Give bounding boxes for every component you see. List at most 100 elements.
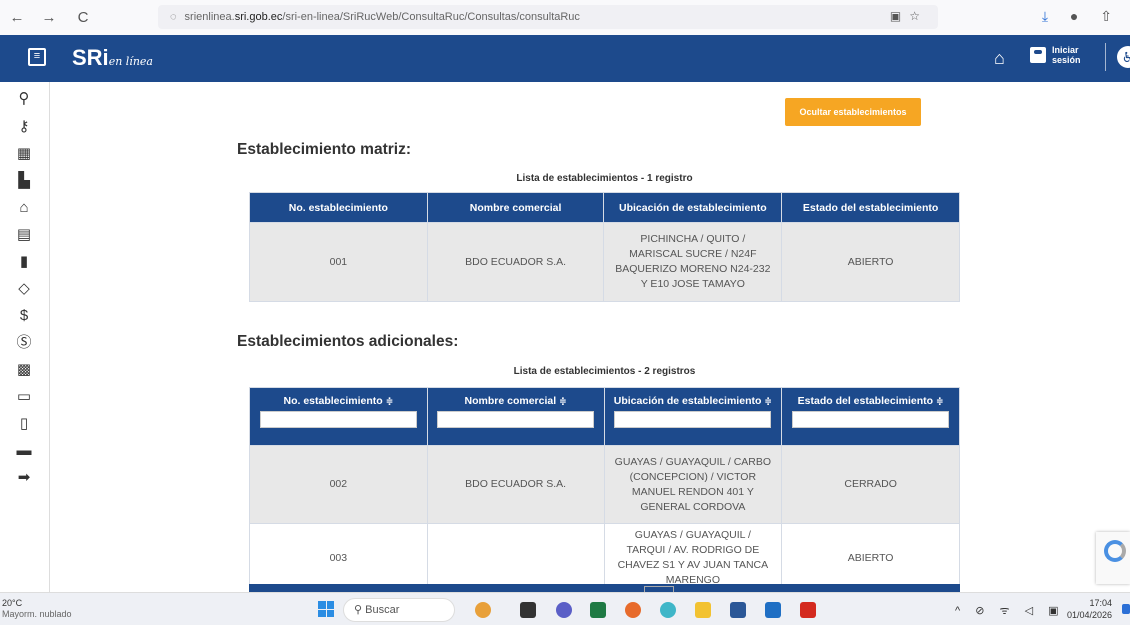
taskbar-search[interactable]: ⚲ Buscar: [343, 598, 455, 622]
logo-sub: en línea: [108, 55, 153, 68]
key-icon[interactable]: ⚷: [13, 116, 35, 138]
sidebar: ⚲ ⚷ ▦ ▙ ⌂ ▤ ▮ ◇ $ Ⓢ ▩ ▭ ▯ ▬ ➡: [0, 82, 50, 592]
home-icon[interactable]: ⌂: [994, 48, 1005, 69]
windows-start-icon[interactable]: [318, 601, 334, 617]
cards-icon[interactable]: ▩: [13, 359, 35, 381]
col-header-location-sortable[interactable]: Ubicación de establecimiento ≑: [603, 387, 783, 446]
forward-button[interactable]: →: [38, 9, 60, 26]
adicionales-caption: Lista de establecimientos - 2 registros: [513, 366, 696, 377]
dollar-icon[interactable]: $: [13, 305, 35, 327]
main-content: Ocultar establecimientos Establecimiento…: [51, 82, 1130, 592]
task-view-icon[interactable]: [520, 602, 536, 618]
weather-temp: 20°C: [2, 598, 23, 608]
sort-icon: ≑: [385, 396, 394, 406]
word-icon[interactable]: [730, 602, 746, 618]
browser-toolbar-right: ⤓ ● ⇧: [1042, 8, 1130, 25]
col-header-location: Ubicación de establecimiento: [603, 192, 783, 223]
col-header-name: Nombre comercial: [426, 192, 605, 223]
adicionales-table: No. establecimiento ≑ Nombre comercial ≑ U…: [249, 387, 960, 592]
tag-icon[interactable]: ◇: [13, 278, 35, 300]
logo-main: SRi: [72, 45, 109, 70]
col-header-number-label: No. establecimiento: [283, 395, 383, 407]
cell-name: BDO ECUADOR S.A.: [426, 222, 605, 302]
page-icon[interactable]: ▯: [13, 413, 35, 435]
user-card-icon: [1030, 47, 1046, 63]
filter-location-input[interactable]: [614, 411, 772, 428]
truck-icon[interactable]: ➡: [13, 467, 35, 489]
cell-status: CERRADO: [781, 445, 960, 524]
recaptcha-icon: [1104, 540, 1126, 562]
recaptcha-badge[interactable]: [1096, 532, 1130, 584]
share-icon[interactable]: ⇧: [1100, 8, 1112, 24]
adicionales-title: Establecimientos adicionales:: [237, 333, 459, 350]
app-header: ≡ SRien línea ⌂ Iniciar sesión ♿: [0, 35, 1130, 82]
building-icon[interactable]: ▦: [13, 143, 35, 165]
outlook-icon[interactable]: [765, 602, 781, 618]
excel-icon[interactable]: [590, 602, 606, 618]
document-list-icon[interactable]: ▤: [13, 224, 35, 246]
sort-icon: ≑: [936, 396, 944, 406]
cell-location: GUAYAS / GUAYAQUIL / TARQUI / AV. RODRIG…: [603, 523, 783, 592]
file-icon[interactable]: ▮: [13, 251, 35, 273]
col-header-number: No. establecimiento: [249, 192, 428, 223]
login-button[interactable]: Iniciar sesión: [1030, 45, 1082, 65]
col-header-number-sortable[interactable]: No. establecimiento ≑: [249, 387, 428, 446]
col-header-name-sortable[interactable]: Nombre comercial ≑: [426, 387, 605, 446]
table-row: 001 BDO ECUADOR S.A. PICHINCHA / QUITO /…: [249, 222, 960, 302]
search-icon[interactable]: ⚲: [13, 88, 35, 110]
cell-location: PICHINCHA / QUITO / MARISCAL SUCRE / N24…: [603, 222, 783, 302]
cell-status: ABIERTO: [781, 222, 960, 302]
col-header-status-sortable[interactable]: Estado del establecimiento ≑: [781, 387, 960, 446]
hide-establishments-button[interactable]: Ocultar establecimientos: [785, 98, 921, 126]
system-tray[interactable]: ^ ⊘ ᯤ ◁ ▣: [955, 603, 1065, 618]
sort-icon: ≑: [559, 396, 567, 406]
address-bar[interactable]: ◌ srienlinea. sri.gob.ec/sri-en-linea/Sri…: [158, 5, 938, 29]
cell-name: [426, 523, 605, 592]
bookmark-star-icon[interactable]: ▣☆: [890, 9, 928, 23]
firefox-icon[interactable]: [625, 602, 641, 618]
clock-time: 17:04: [1089, 598, 1113, 608]
coin-icon[interactable]: Ⓢ: [13, 332, 35, 354]
shop-icon[interactable]: ⌂: [13, 197, 35, 219]
edge-icon[interactable]: [660, 602, 676, 618]
cell-number: 003: [249, 523, 428, 592]
menu-icon[interactable]: ≡: [28, 48, 46, 66]
filter-status-input[interactable]: [792, 411, 950, 428]
filter-name-input[interactable]: [437, 411, 595, 428]
download-icon[interactable]: ⤓: [1042, 8, 1048, 24]
cell-status: ABIERTO: [781, 523, 960, 592]
receipt-icon[interactable]: ▭: [13, 386, 35, 408]
browser-toolbar: ← → C ◌ srienlinea. sri.gob.ec/sri-en-lin…: [0, 0, 1130, 35]
os-taskbar: 20°C Mayorm. nublado ⚲ Buscar ^ ⊘ ᯤ ◁ ▣ …: [0, 592, 1130, 625]
cell-number: 002: [249, 445, 428, 524]
table-pagination-footer: [249, 584, 960, 592]
reload-button[interactable]: C: [72, 9, 94, 26]
cell-location: GUAYAS / GUAYAQUIL / CARBO (CONCEPCION) …: [603, 445, 783, 524]
widgets-icon[interactable]: [475, 602, 491, 618]
matriz-title: Establecimiento matriz:: [237, 141, 411, 158]
col-header-location-label: Ubicación de establecimiento: [613, 395, 762, 407]
url-domain: sri.gob.ec: [234, 11, 283, 23]
weather-widget[interactable]: 20°C Mayorm. nublado: [2, 598, 72, 620]
taskbar-search-label: Buscar: [365, 604, 400, 616]
notification-icon[interactable]: [1122, 604, 1130, 614]
sri-logo[interactable]: SRien línea: [72, 45, 153, 71]
profile-icon[interactable]: ●: [1070, 8, 1078, 24]
factory-icon[interactable]: ▙: [13, 170, 35, 192]
cell-name: BDO ECUADOR S.A.: [426, 445, 605, 524]
clock[interactable]: 17:04 01/04/2026: [1067, 597, 1112, 621]
table-row: 002 BDO ECUADOR S.A. GUAYAS / GUAYAQUIL …: [249, 445, 960, 524]
car-icon[interactable]: ▬: [13, 440, 35, 462]
search-icon: ⚲: [354, 604, 366, 616]
acrobat-icon[interactable]: [800, 602, 816, 618]
accessibility-icon[interactable]: ♿: [1117, 46, 1130, 68]
col-header-status-label: Estado del establecimiento: [797, 395, 934, 407]
file-explorer-icon[interactable]: [695, 602, 711, 618]
weather-condition: Mayorm. nublado: [2, 609, 72, 619]
col-header-status: Estado del establecimiento: [781, 192, 960, 223]
teams-icon[interactable]: [556, 602, 572, 618]
back-button[interactable]: ←: [6, 9, 28, 26]
clock-date: 01/04/2026: [1067, 610, 1113, 620]
filter-number-input[interactable]: [259, 411, 417, 428]
col-header-name-label: Nombre comercial: [464, 395, 557, 407]
